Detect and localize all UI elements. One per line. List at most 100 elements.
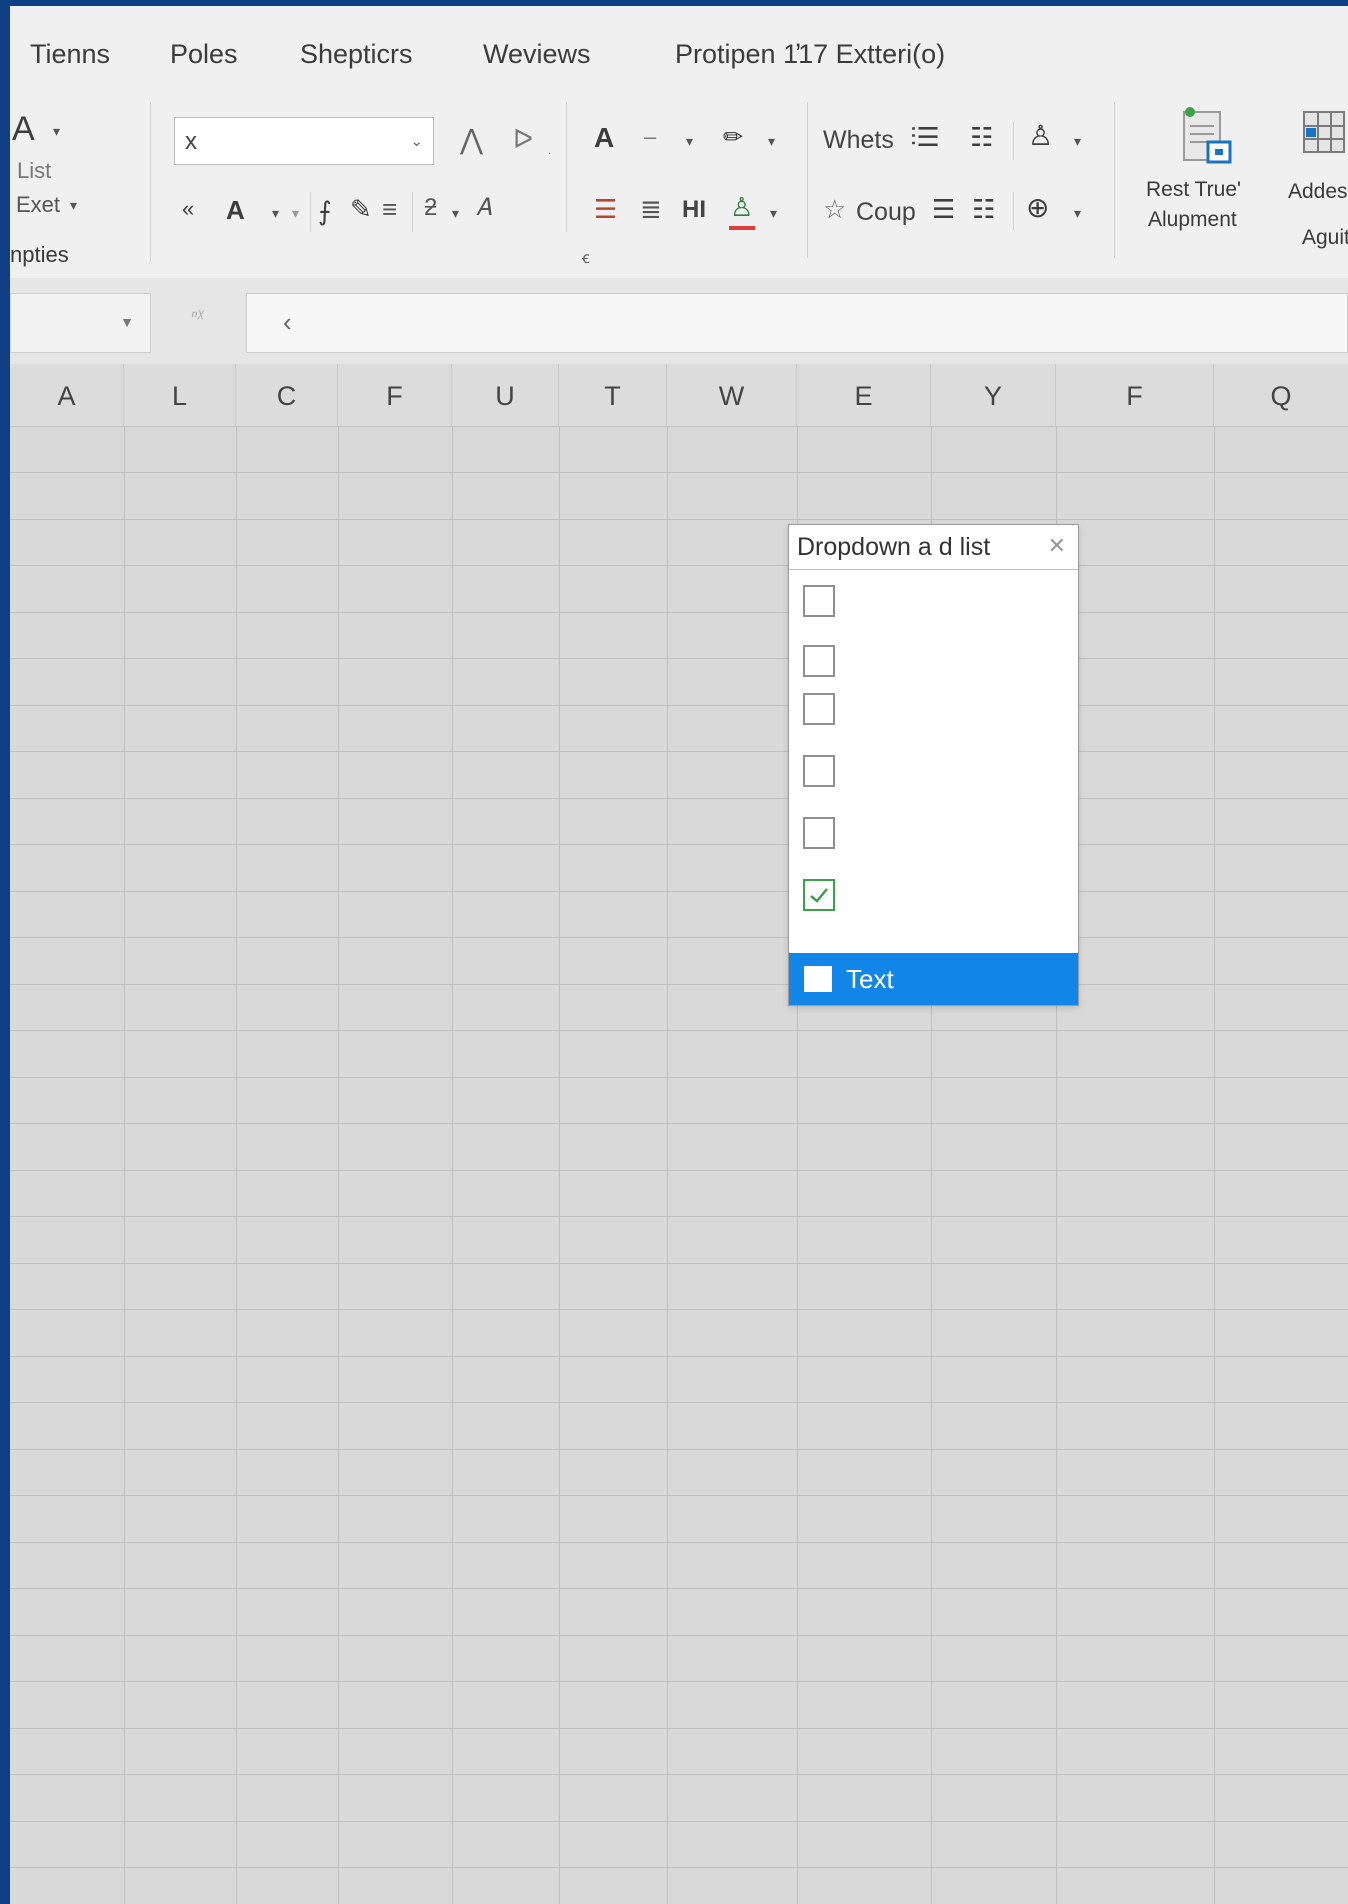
- chevron-down-icon[interactable]: ▾: [1074, 134, 1081, 148]
- font-name-dropdown[interactable]: x ⌄: [174, 117, 434, 165]
- dropdown-selected-item[interactable]: Text: [789, 953, 1078, 1005]
- chevron-down-icon[interactable]: ▾: [272, 206, 279, 220]
- align-center-icon[interactable]: ≣: [640, 196, 662, 222]
- menu-tab-4[interactable]: Weviews: [483, 39, 591, 70]
- hi-button[interactable]: HI: [682, 198, 706, 222]
- pencil-icon[interactable]: ✏: [723, 126, 743, 150]
- cell-grid[interactable]: [10, 426, 1348, 1904]
- bold-a-icon[interactable]: A: [594, 124, 614, 152]
- grid-row-line: [10, 891, 1348, 892]
- clear-format-icon[interactable]: ᐅ: [513, 126, 533, 152]
- chevron-down-icon[interactable]: ▾: [768, 134, 775, 148]
- ribbon-divider: [1013, 192, 1014, 230]
- align-left-icon[interactable]: ⫶☰: [910, 124, 940, 150]
- dropdown-checkbox[interactable]: [803, 585, 835, 617]
- selected-item-label: Text: [846, 964, 894, 994]
- ribbon-divider: [566, 102, 567, 232]
- grid-row-line: [10, 1356, 1348, 1357]
- menu-tab-3[interactable]: Shepticrs: [300, 39, 413, 70]
- indent-icon[interactable]: ☰: [932, 196, 955, 222]
- grid-row-line: [10, 1449, 1348, 1450]
- column-header[interactable]: Y: [931, 364, 1056, 426]
- chevron-down-icon[interactable]: ▾: [686, 134, 693, 148]
- chevron-down-icon[interactable]: ▾: [70, 198, 77, 212]
- rest-true-button[interactable]: Rest True' Alupment: [1138, 106, 1278, 256]
- dropdown-checkbox-checked[interactable]: [803, 879, 835, 911]
- column-header[interactable]: A: [10, 364, 124, 426]
- ribbon-divider: [310, 192, 311, 232]
- grid-row-line: [10, 472, 1348, 473]
- grid-row-line: [10, 1495, 1348, 1496]
- formula-icon[interactable]: ⨍: [318, 198, 332, 224]
- column-header[interactable]: U: [452, 364, 559, 426]
- fill-color-icon[interactable]: ♙: [730, 194, 753, 220]
- exet-button[interactable]: Exet: [16, 192, 60, 218]
- grid-column-line: [338, 426, 339, 1904]
- column-header[interactable]: F: [1056, 364, 1214, 426]
- clock-icon[interactable]: ⊕: [1026, 194, 1049, 222]
- grid-row-line: [10, 1077, 1348, 1078]
- user-icon[interactable]: ♙: [1028, 122, 1053, 150]
- bold-a-icon[interactable]: A: [226, 197, 245, 223]
- highlight-color-icon[interactable]: ☰: [594, 196, 617, 222]
- list-button[interactable]: List: [17, 158, 51, 184]
- grid-row-line: [10, 658, 1348, 659]
- grid-row-line: [10, 1402, 1348, 1403]
- chevron-down-icon[interactable]: ▾: [292, 206, 299, 220]
- formula-input[interactable]: ‹: [246, 293, 1348, 353]
- align-right-icon[interactable]: ☷: [970, 124, 993, 150]
- grid-row-line: [10, 1681, 1348, 1682]
- column-header[interactable]: T: [559, 364, 667, 426]
- increase-font-icon[interactable]: ⋀: [460, 126, 483, 154]
- grid-row-line: [10, 1123, 1348, 1124]
- formula-bar: ▼ ⁿᵡ ‹: [10, 278, 1348, 364]
- column-header[interactable]: C: [236, 364, 338, 426]
- minus-icon[interactable]: –: [644, 126, 656, 148]
- dropdown-checkbox[interactable]: [803, 755, 835, 787]
- grid-column-line: [236, 426, 237, 1904]
- dropdown-checkbox[interactable]: [803, 645, 835, 677]
- grid-column-line: [667, 426, 668, 1904]
- chevron-down-icon[interactable]: ▾: [53, 124, 60, 138]
- grid-row-line: [10, 1263, 1348, 1264]
- column-header[interactable]: Q: [1214, 364, 1348, 426]
- menu-tab-1[interactable]: Tienns: [30, 39, 110, 70]
- font-back-icon[interactable]: «: [182, 198, 194, 220]
- addes-button[interactable]: Addes Aguit: [1278, 106, 1348, 256]
- menu-tab-2[interactable]: Poles: [170, 39, 238, 70]
- align-lines-icon[interactable]: ≡: [382, 196, 397, 222]
- column-header[interactable]: E: [797, 364, 931, 426]
- chevron-down-icon[interactable]: ▾: [452, 206, 459, 220]
- coup-button[interactable]: Coup: [856, 198, 916, 227]
- whets-button[interactable]: Whets: [823, 126, 894, 155]
- dropdown-checkbox[interactable]: [803, 693, 835, 725]
- grid-column-line: [124, 426, 125, 1904]
- grid-row-line: [10, 705, 1348, 706]
- name-box[interactable]: ▼: [10, 293, 151, 353]
- grid-row-line: [10, 798, 1348, 799]
- list-icon[interactable]: ☷: [972, 196, 995, 222]
- grid-row-line: [10, 1774, 1348, 1775]
- menu-tab-5[interactable]: Protipen 1̓17 Extteri(o): [675, 39, 945, 70]
- column-header[interactable]: L: [124, 364, 236, 426]
- grid-row-line: [10, 1309, 1348, 1310]
- checkmark-icon: [810, 888, 828, 903]
- font-a-icon[interactable]: A: [12, 112, 35, 146]
- grid-row-line: [10, 1635, 1348, 1636]
- column-header[interactable]: W: [667, 364, 797, 426]
- pen-icon[interactable]: ✎: [350, 196, 372, 222]
- strike-icon[interactable]: ƻ: [424, 196, 437, 220]
- close-icon[interactable]: ✕: [1048, 533, 1066, 559]
- chevron-down-icon[interactable]: ▾: [1074, 206, 1081, 220]
- addes-label-2: Aguit: [1302, 226, 1348, 249]
- chevron-down-icon[interactable]: ▾: [770, 206, 777, 220]
- ribbon-divider: [412, 192, 413, 232]
- star-icon[interactable]: ☆: [823, 196, 846, 222]
- ribbon-toolbar: A ▾ List Exet ▾ npties x ⌄ ⋀ ᐅ . « A ▾ ▾…: [10, 86, 1348, 279]
- function-icon[interactable]: ⁿᵡ: [191, 306, 204, 326]
- dropdown-header: Dropdown a d list ✕: [789, 525, 1078, 570]
- dropdown-list-panel[interactable]: Dropdown a d list ✕ Text: [788, 524, 1079, 1006]
- dropdown-checkbox[interactable]: [803, 817, 835, 849]
- italic-a-icon[interactable]: 𝐴: [476, 196, 492, 220]
- column-header[interactable]: F: [338, 364, 452, 426]
